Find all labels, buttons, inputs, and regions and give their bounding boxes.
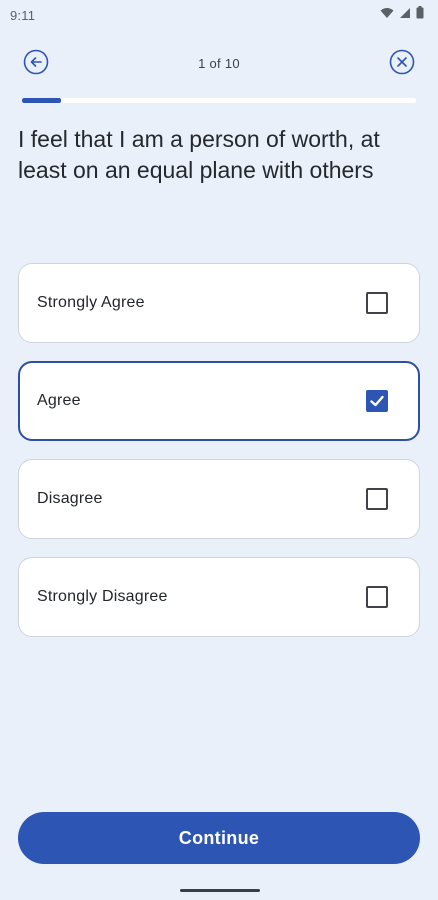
close-button[interactable] [388,49,416,80]
option-label: Strongly Disagree [37,588,168,605]
home-indicator [180,889,260,892]
progress-label: 1 of 10 [198,56,240,71]
option-label: Agree [37,392,81,409]
continue-button[interactable]: Continue [18,812,420,864]
status-icons [380,6,424,24]
progress-bar [22,98,416,103]
signal-icon [399,6,411,24]
option-label: Disagree [37,490,103,507]
checkbox-icon[interactable] [366,488,388,510]
wifi-icon [380,6,394,24]
top-bar: 1 of 10 [0,44,438,84]
option-label: Strongly Agree [37,294,145,311]
option-strongly-agree[interactable]: Strongly Agree [18,263,420,343]
option-disagree[interactable]: Disagree [18,459,420,539]
check-icon [370,395,384,407]
progress-bar-fill [22,98,62,103]
option-agree[interactable]: Agree [18,361,420,441]
checkbox-icon[interactable] [366,292,388,314]
question-text: I feel that I am a person of worth, at l… [18,126,380,183]
answer-options: Strongly Agree Agree Disagree Strongly D… [18,263,420,655]
checkbox-icon[interactable] [366,390,388,412]
option-strongly-disagree[interactable]: Strongly Disagree [18,557,420,637]
status-bar: 9:11 [0,0,438,30]
status-time: 9:11 [10,7,36,23]
battery-icon [416,6,424,24]
checkbox-icon[interactable] [366,586,388,608]
close-circle-icon [389,49,415,80]
